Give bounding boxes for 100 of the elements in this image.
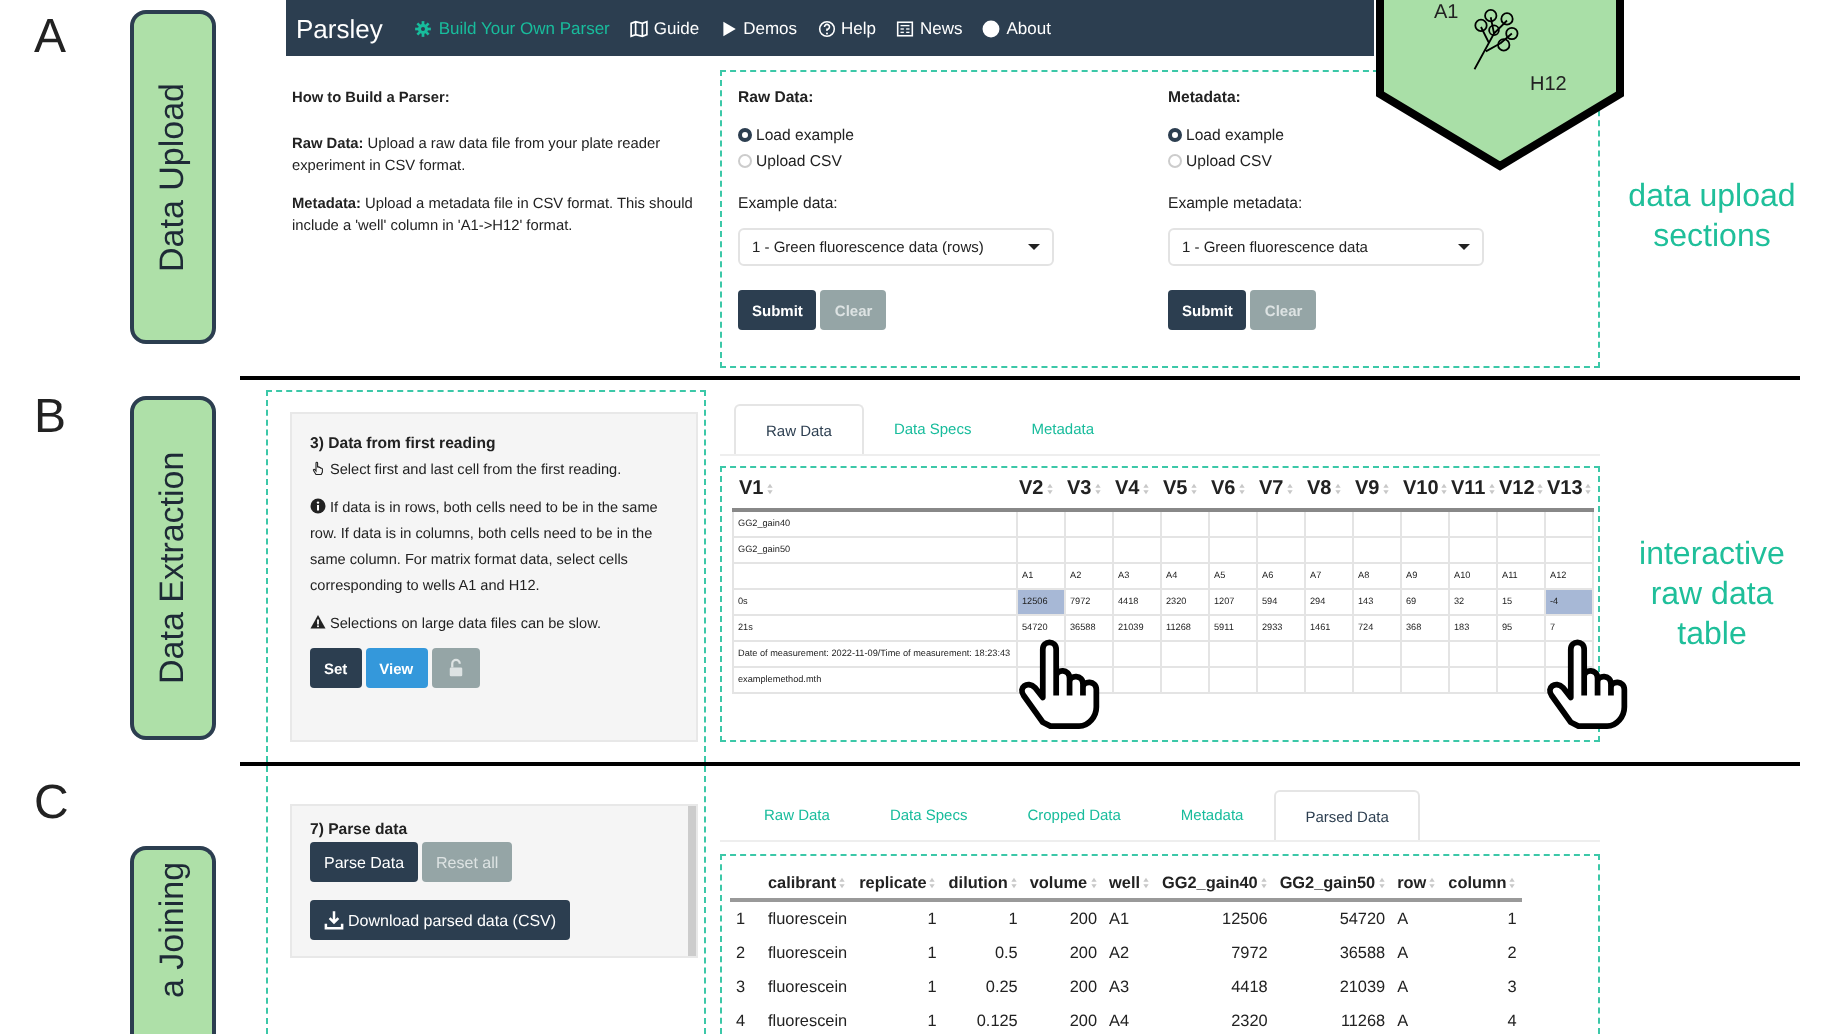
sort-icon	[1584, 482, 1593, 497]
annotation-text: interactive raw data table	[1637, 536, 1787, 656]
sort-icon	[1536, 482, 1545, 497]
column-header[interactable]: GG2_gain50	[1273, 868, 1392, 900]
column-header[interactable]: V8	[1305, 472, 1353, 510]
nav-link[interactable]: Demos	[719, 18, 798, 38]
table-cell-text: A	[1395, 1010, 1411, 1034]
row-number: 3	[734, 976, 748, 1000]
pointer-hand-icon	[310, 460, 326, 476]
column-header[interactable]: replicate	[853, 868, 943, 900]
radio-button[interactable]	[1168, 128, 1182, 142]
caret-icon	[1458, 244, 1470, 250]
column-header[interactable]: volume	[1023, 868, 1104, 900]
table-cell: 1	[853, 900, 943, 936]
sort-icon	[1045, 482, 1054, 497]
sort-icon	[1141, 482, 1150, 497]
table-cell-text: 0.5	[992, 942, 1020, 966]
warning-icon	[310, 614, 326, 630]
radio-button[interactable]	[738, 128, 752, 142]
pointer-hand-icon	[1016, 638, 1104, 730]
nav-link[interactable]: About	[982, 18, 1051, 38]
table-cell-text: A	[1395, 976, 1411, 1000]
table-cell-text: 4418	[1229, 976, 1270, 1000]
annotation-text: data upload sections	[1626, 178, 1798, 258]
parsley-icon	[1468, 6, 1520, 74]
sort-icon	[1189, 482, 1198, 497]
table-cell-text: 1	[925, 976, 939, 1000]
table-cell-text: 21039	[1337, 976, 1388, 1000]
column-header[interactable]: GG2_gain40	[1156, 868, 1274, 900]
column-header[interactable]: V1	[733, 472, 1017, 510]
stage-label: Data Upload	[130, 10, 216, 344]
sort-icon	[765, 482, 774, 497]
table-cell-text: fluorescein	[766, 976, 850, 1000]
sort-icon	[1009, 876, 1018, 891]
panel-letter: A	[32, 8, 69, 64]
column-header[interactable]: V12	[1497, 472, 1545, 510]
table-cell-text: A3	[1107, 976, 1132, 1000]
sort-icon	[1142, 876, 1151, 891]
table-cell-text: 1	[925, 942, 939, 966]
lock-button[interactable]	[431, 648, 480, 688]
column-header[interactable]: V7	[1257, 472, 1305, 510]
table-cell: fluorescein	[762, 900, 854, 936]
table-cell-text: 1	[925, 1010, 939, 1034]
table-cell-text: fluorescein	[766, 942, 850, 966]
map-icon	[629, 19, 648, 37]
sort-icon	[928, 876, 937, 891]
panel-letter: B	[32, 388, 69, 444]
table-cell-text: fluorescein	[766, 1010, 850, 1034]
column-header[interactable]: row	[1391, 868, 1443, 900]
table-cell-text: 200	[1067, 942, 1100, 966]
gear-icon	[414, 19, 433, 37]
pointer-hand-icon	[1544, 638, 1632, 730]
app-title[interactable]: Parsley	[296, 13, 383, 43]
table-cell-text: 0.25	[983, 976, 1020, 1000]
table-cell-text: 2320	[1229, 1010, 1270, 1034]
column-header[interactable]: calibrant	[762, 868, 854, 900]
table-cell-text: 4	[1505, 1010, 1519, 1034]
column-header[interactable]: V6	[1209, 472, 1257, 510]
sort-icon	[1089, 876, 1098, 891]
column-header[interactable]: V5	[1161, 472, 1209, 510]
table-cell-text: 2	[1505, 942, 1519, 966]
scrollbar[interactable]	[688, 806, 696, 956]
sort-icon	[1259, 876, 1268, 891]
sort-icon	[1440, 482, 1449, 497]
column-header[interactable]: V3	[1065, 472, 1113, 510]
row-number: 1	[730, 900, 762, 936]
column-header[interactable]: V9	[1353, 472, 1401, 510]
column-header[interactable]: V2	[1017, 472, 1065, 510]
column-header[interactable]: V4	[1113, 472, 1161, 510]
table-cell: 1	[942, 900, 1024, 936]
nav-link[interactable]: Build Your Own Parser	[414, 18, 610, 38]
table-cell-text: 7972	[1229, 942, 1270, 966]
logo-label: H12	[1530, 74, 1567, 96]
column-header[interactable]: dilution	[942, 868, 1024, 900]
column-header[interactable]: V10	[1401, 472, 1449, 510]
table-cell: A1	[1103, 900, 1157, 936]
table-cell[interactable]	[733, 563, 1017, 589]
column-header[interactable]: well	[1103, 868, 1157, 900]
unlock-icon	[445, 658, 466, 678]
nav-link[interactable]: News	[896, 18, 963, 38]
column-header[interactable]: column	[1442, 868, 1523, 900]
column-header[interactable]: V11	[1449, 472, 1497, 510]
stage-label: a Joining	[130, 846, 216, 1034]
caret-icon	[1028, 244, 1040, 250]
table-cell: 200	[1023, 900, 1104, 936]
table-cell-text: 0.125	[974, 1010, 1020, 1034]
play-icon	[719, 19, 738, 37]
nav-link[interactable]: Guide	[629, 18, 700, 38]
table-cell: 12506	[1156, 900, 1274, 936]
sort-icon	[1487, 482, 1496, 497]
sort-icon	[1333, 482, 1342, 497]
nav-link[interactable]: Help	[817, 18, 876, 38]
table-cell-text: 3	[1505, 976, 1519, 1000]
column-header[interactable]: V13	[1545, 472, 1593, 510]
row-number: 4	[734, 1010, 748, 1034]
button[interactable]: Parse Data	[310, 842, 419, 882]
sort-icon	[1237, 482, 1246, 497]
download-button[interactable]: Download parsed data (CSV)	[310, 900, 571, 940]
table-cell: 54720	[1273, 900, 1392, 936]
table-cell-text: A	[1395, 942, 1411, 966]
